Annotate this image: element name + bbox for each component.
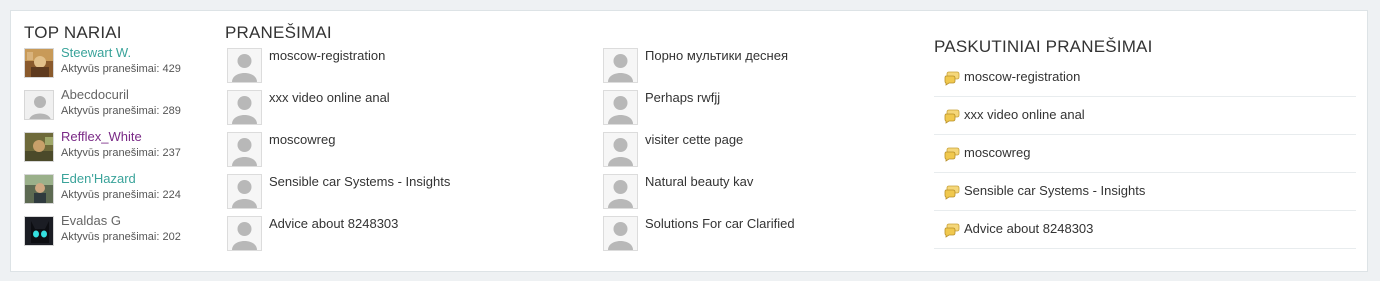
member-name[interactable]: Abecdocuril xyxy=(61,87,129,103)
post-title[interactable]: Advice about 8248303 xyxy=(269,216,398,232)
post-title[interactable]: xxx video online anal xyxy=(269,90,390,106)
default-avatar-icon xyxy=(603,216,638,251)
post-title[interactable]: visiter cette page xyxy=(645,132,743,148)
latest-post-item[interactable]: Advice about 8248303 xyxy=(934,211,1356,249)
post-title[interactable]: Solutions For car Clarified xyxy=(645,216,795,232)
posts-section: PRANEŠIMAI moscow-registration xxx video… xyxy=(225,23,925,263)
latest-post-item[interactable]: Sensible car Systems - Insights xyxy=(934,173,1356,211)
member-name[interactable]: Eden'Hazard xyxy=(61,171,136,187)
latest-post-item[interactable]: xxx video online anal xyxy=(934,97,1356,135)
member-post-count: Aktyvūs pranešimai: 202 xyxy=(61,231,181,243)
post-title[interactable]: Perhaps rwfjj xyxy=(645,90,720,106)
latest-post-title[interactable]: Advice about 8248303 xyxy=(964,221,1093,237)
default-avatar-icon xyxy=(227,48,262,83)
latest-post-title[interactable]: moscowreg xyxy=(964,145,1030,161)
member-item[interactable]: Evaldas G Aktyvūs pranešimai: 202 xyxy=(24,213,214,252)
member-post-count: Aktyvūs pranešimai: 289 xyxy=(61,105,181,117)
latest-post-title[interactable]: Sensible car Systems - Insights xyxy=(964,183,1145,199)
default-avatar-icon xyxy=(603,90,638,125)
post-item[interactable]: Порно мультики деснея xyxy=(603,48,973,88)
post-item[interactable]: visiter cette page xyxy=(603,132,973,172)
latest-post-title[interactable]: moscow-registration xyxy=(964,69,1080,85)
member-item[interactable]: Abecdocuril Aktyvūs pranešimai: 289 xyxy=(24,87,214,126)
default-avatar-icon xyxy=(603,174,638,209)
post-item[interactable]: Perhaps rwfjj xyxy=(603,90,973,130)
speech-bubble-icon xyxy=(944,147,960,162)
member-avatar[interactable] xyxy=(24,216,54,246)
member-avatar[interactable] xyxy=(24,174,54,204)
member-avatar[interactable] xyxy=(24,132,54,162)
default-avatar-icon[interactable] xyxy=(24,90,54,120)
speech-bubble-icon xyxy=(944,223,960,238)
speech-bubble-icon xyxy=(944,109,960,124)
speech-bubble-icon xyxy=(944,71,960,86)
post-title[interactable]: moscow-registration xyxy=(269,48,385,64)
member-name[interactable]: Refflex_White xyxy=(61,129,142,145)
post-item[interactable]: moscowreg xyxy=(227,132,597,172)
default-avatar-icon xyxy=(603,48,638,83)
default-avatar-icon xyxy=(227,132,262,167)
latest-post-item[interactable]: moscow-registration xyxy=(934,59,1356,97)
member-item[interactable]: Steewart W. Aktyvūs pranešimai: 429 xyxy=(24,45,214,84)
default-avatar-icon xyxy=(227,90,262,125)
post-title[interactable]: Natural beauty kav xyxy=(645,174,753,190)
latest-posts-heading: PASKUTINIAI PRANEŠIMAI xyxy=(934,37,1153,56)
post-item[interactable]: Solutions For car Clarified xyxy=(603,216,973,256)
member-post-count: Aktyvūs pranešimai: 429 xyxy=(61,63,181,75)
top-members-section: TOP NARIAI Steewart W. Aktyvūs pranešima… xyxy=(24,23,214,253)
post-item[interactable]: Sensible car Systems - Insights xyxy=(227,174,597,214)
default-avatar-icon xyxy=(227,174,262,209)
post-item[interactable]: xxx video online anal xyxy=(227,90,597,130)
member-post-count: Aktyvūs pranešimai: 237 xyxy=(61,147,181,159)
member-item[interactable]: Eden'Hazard Aktyvūs pranešimai: 224 xyxy=(24,171,214,210)
member-name[interactable]: Evaldas G xyxy=(61,213,121,229)
speech-bubble-icon xyxy=(944,185,960,200)
latest-post-title[interactable]: xxx video online anal xyxy=(964,107,1085,123)
post-item[interactable]: Advice about 8248303 xyxy=(227,216,597,256)
post-item[interactable]: Natural beauty kav xyxy=(603,174,973,214)
member-name[interactable]: Steewart W. xyxy=(61,45,131,61)
member-avatar[interactable] xyxy=(24,48,54,78)
post-item[interactable]: moscow-registration xyxy=(227,48,597,88)
post-title[interactable]: Порно мультики деснея xyxy=(645,48,788,64)
default-avatar-icon xyxy=(227,216,262,251)
member-item[interactable]: Refflex_White Aktyvūs pranešimai: 237 xyxy=(24,129,214,168)
post-title[interactable]: Sensible car Systems - Insights xyxy=(269,174,450,190)
widgets-panel: TOP NARIAI Steewart W. Aktyvūs pranešima… xyxy=(10,10,1368,272)
default-avatar-icon xyxy=(603,132,638,167)
member-post-count: Aktyvūs pranešimai: 224 xyxy=(61,189,181,201)
top-members-heading: TOP NARIAI xyxy=(24,23,122,42)
latest-posts-section: PASKUTINIAI PRANEŠIMAI moscow-registrati… xyxy=(934,37,1358,267)
latest-post-item[interactable]: moscowreg xyxy=(934,135,1356,173)
post-title[interactable]: moscowreg xyxy=(269,132,335,148)
posts-heading: PRANEŠIMAI xyxy=(225,23,332,42)
